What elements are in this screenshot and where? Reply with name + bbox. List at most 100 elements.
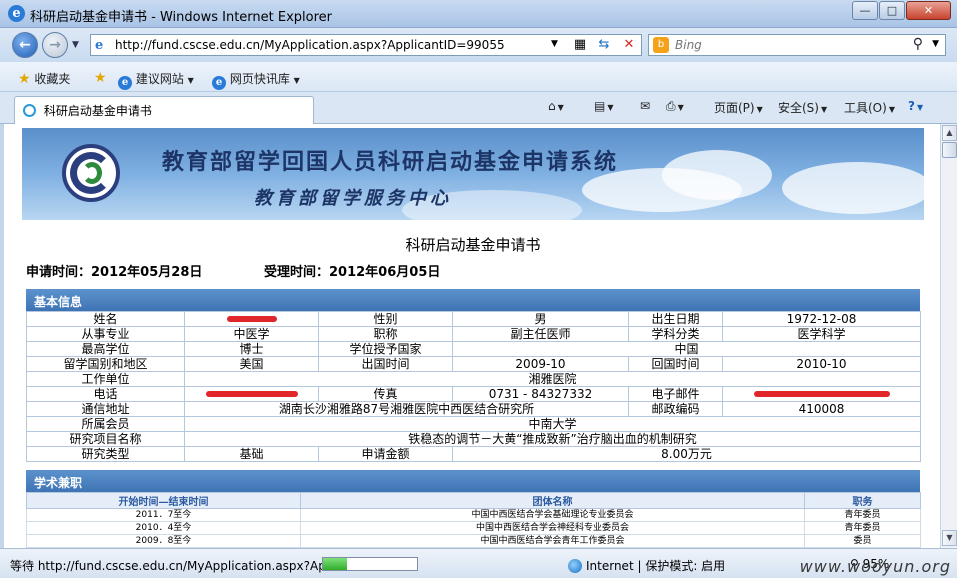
ie-page-icon: e: [118, 76, 132, 90]
table-cell: 铁稳态的调节－大黄“推成致新”治疗脑出血的机制研究: [184, 431, 921, 447]
mail-icon[interactable]: ✉: [640, 99, 650, 113]
table-row: 研究项目名称 铁稳态的调节－大黄“推成致新”治疗脑出血的机制研究: [26, 431, 921, 447]
table-cell: 传真: [318, 386, 453, 402]
table-cell: 中国中西医结合学会青年工作委员会: [300, 534, 805, 548]
history-dropdown-icon[interactable]: ▼: [72, 40, 79, 50]
search-dropdown-icon[interactable]: ▼: [932, 39, 939, 49]
search-icon[interactable]: ⚲: [913, 36, 923, 52]
table-cell: 回国时间: [628, 356, 723, 372]
table-cell: 美国: [184, 356, 319, 372]
table-cell: 研究类型: [26, 446, 185, 462]
print-icon[interactable]: ⎙ ▼: [666, 99, 684, 114]
table-cell: 学科分类: [628, 326, 723, 342]
suggested-sites-link[interactable]: e 建议网站 ▼: [118, 70, 194, 90]
table-cell: 0731 - 84327332: [452, 386, 629, 402]
window-titlebar: e 科研启动基金申请书 - Windows Internet Explorer …: [0, 0, 957, 28]
table-cell: 所属会员: [26, 416, 185, 432]
table-cell: 2009-10: [452, 356, 629, 372]
table-cell: 男: [452, 311, 629, 327]
compat-view-icon[interactable]: ▦: [569, 36, 591, 54]
name-value: [184, 311, 319, 327]
scroll-down-icon[interactable]: ▼: [942, 530, 957, 546]
page-viewport: 教育部留学回国人员科研启动基金申请系统 教育部留学服务中心 科研启动基金申请书 …: [0, 124, 957, 548]
table-cell: 留学国别和地区: [26, 356, 185, 372]
security-zone[interactable]: Internet | 保护模式: 启用: [568, 557, 725, 574]
table-row: 通信地址 湖南长沙湘雅路87号湘雅医院中西医结合研究所 邮政编码 410008: [26, 401, 921, 417]
star-icon: ★: [18, 71, 31, 87]
add-favorite-icon[interactable]: ★: [94, 70, 107, 86]
feeds-icon[interactable]: ▤ ▼: [594, 99, 614, 113]
status-bar: 等待 http://fund.cscse.edu.cn/MyApplicatio…: [0, 548, 957, 578]
tab-bar: 科研启动基金申请书 ⌂ ▼ ▤ ▼ ✉ ⎙ ▼ 页面(P) ▼ 安全(S) ▼ 工具(O)…: [0, 92, 957, 124]
page-menu[interactable]: 页面(P) ▼: [714, 99, 763, 116]
web-slice-gallery-link[interactable]: e 网页快讯库 ▼: [212, 70, 300, 90]
ie-page-icon: e: [212, 76, 226, 90]
table-cell: 职称: [318, 326, 453, 342]
col-org: 团体名称: [300, 492, 805, 509]
phone-value: [184, 386, 319, 402]
table-cell: 8.00万元: [452, 446, 921, 462]
table-cell: 最高学位: [26, 341, 185, 357]
home-icon[interactable]: ⌂ ▼: [548, 99, 564, 113]
favorites-button[interactable]: ★ 收藏夹: [18, 70, 70, 87]
help-icon[interactable]: ? ▼: [908, 99, 923, 113]
refresh-icon[interactable]: ⇆: [593, 36, 615, 54]
back-button[interactable]: ←: [12, 32, 38, 58]
apply-time: 申请时间：2012年05月28日: [26, 265, 203, 280]
table-row: 所属会员 中南大学: [26, 416, 921, 432]
search-box[interactable]: b ⚲ ▼: [648, 34, 946, 56]
redaction-mark: [226, 316, 277, 322]
document-title: 科研启动基金申请书: [405, 236, 541, 254]
table-cell: 出生日期: [628, 311, 723, 327]
application-page: 教育部留学回国人员科研启动基金申请系统 教育部留学服务中心 科研启动基金申请书 …: [22, 128, 924, 548]
address-dropdown-icon[interactable]: ▼: [551, 39, 558, 49]
scroll-up-icon[interactable]: ▲: [942, 125, 957, 141]
table-cell: 2010．4至今: [26, 521, 301, 535]
table-cell: 医学科学: [722, 326, 921, 342]
table-cell: 2009．8至今: [26, 534, 301, 548]
page-icon: e: [95, 38, 104, 53]
table-cell: 通信地址: [26, 401, 185, 417]
table-cell: 410008: [722, 401, 921, 417]
table-row: 2010．4至今 中国中西医结合学会神经科专业委员会 青年委员: [26, 521, 921, 535]
table-cell: 电子邮件: [628, 386, 723, 402]
address-input[interactable]: [115, 37, 555, 53]
search-input[interactable]: [675, 37, 895, 53]
site-banner: 教育部留学回国人员科研启动基金申请系统 教育部留学服务中心: [22, 128, 924, 220]
table-row: 工作单位 湘雅医院: [26, 371, 921, 387]
loading-icon: [23, 104, 36, 117]
watermark-text: www.wooyun.org: [799, 557, 951, 576]
safety-menu[interactable]: 安全(S) ▼: [778, 99, 827, 116]
table-row: 2009．8至今 中国中西医结合学会青年工作委员会 委员: [26, 534, 921, 548]
forward-button[interactable]: →: [42, 32, 68, 58]
address-box[interactable]: e ▼ ▦ ⇆ ✕: [90, 34, 642, 56]
scroll-thumb[interactable]: [942, 142, 957, 158]
vertical-scrollbar[interactable]: ▲ ▼: [940, 124, 957, 548]
accept-time: 受理时间：2012年06月05日: [264, 265, 441, 280]
maximize-button[interactable]: □: [879, 1, 905, 20]
tab-application[interactable]: 科研启动基金申请书: [14, 96, 314, 124]
window-title: 科研启动基金申请书 - Windows Internet Explorer: [30, 10, 332, 25]
table-cell: 中南大学: [184, 416, 921, 432]
table-cell: 青年委员: [804, 521, 921, 535]
basic-info-heading: 基本信息: [26, 289, 920, 311]
status-text: 等待 http://fund.cscse.edu.cn/MyApplicatio…: [10, 559, 326, 573]
academic-table: 开始时间—结束时间 团体名称 职务 2011．7至今 中国中西医结合学会基础理论专…: [26, 492, 921, 548]
banner-subtitle: 教育部留学服务中心: [254, 188, 452, 209]
redaction-mark: [753, 391, 890, 397]
table-cell: 电话: [26, 386, 185, 402]
tools-menu[interactable]: 工具(O) ▼: [844, 99, 895, 116]
minimize-button[interactable]: —: [852, 1, 878, 20]
table-cell: 副主任医师: [452, 326, 629, 342]
stop-icon[interactable]: ✕: [618, 36, 640, 54]
close-window-button[interactable]: ✕: [906, 1, 951, 20]
table-cell: 基础: [184, 446, 319, 462]
table-row: 从事专业 中医学 职称 副主任医师 学科分类 医学科学: [26, 326, 921, 342]
email-value: [722, 386, 921, 402]
table-cell: 中国中西医结合学会基础理论专业委员会: [300, 508, 805, 522]
table-cell: 出国时间: [318, 356, 453, 372]
progress-bar: [322, 557, 418, 571]
redaction-mark: [205, 391, 298, 397]
col-role: 职务: [804, 492, 921, 509]
table-cell: 2011．7至今: [26, 508, 301, 522]
